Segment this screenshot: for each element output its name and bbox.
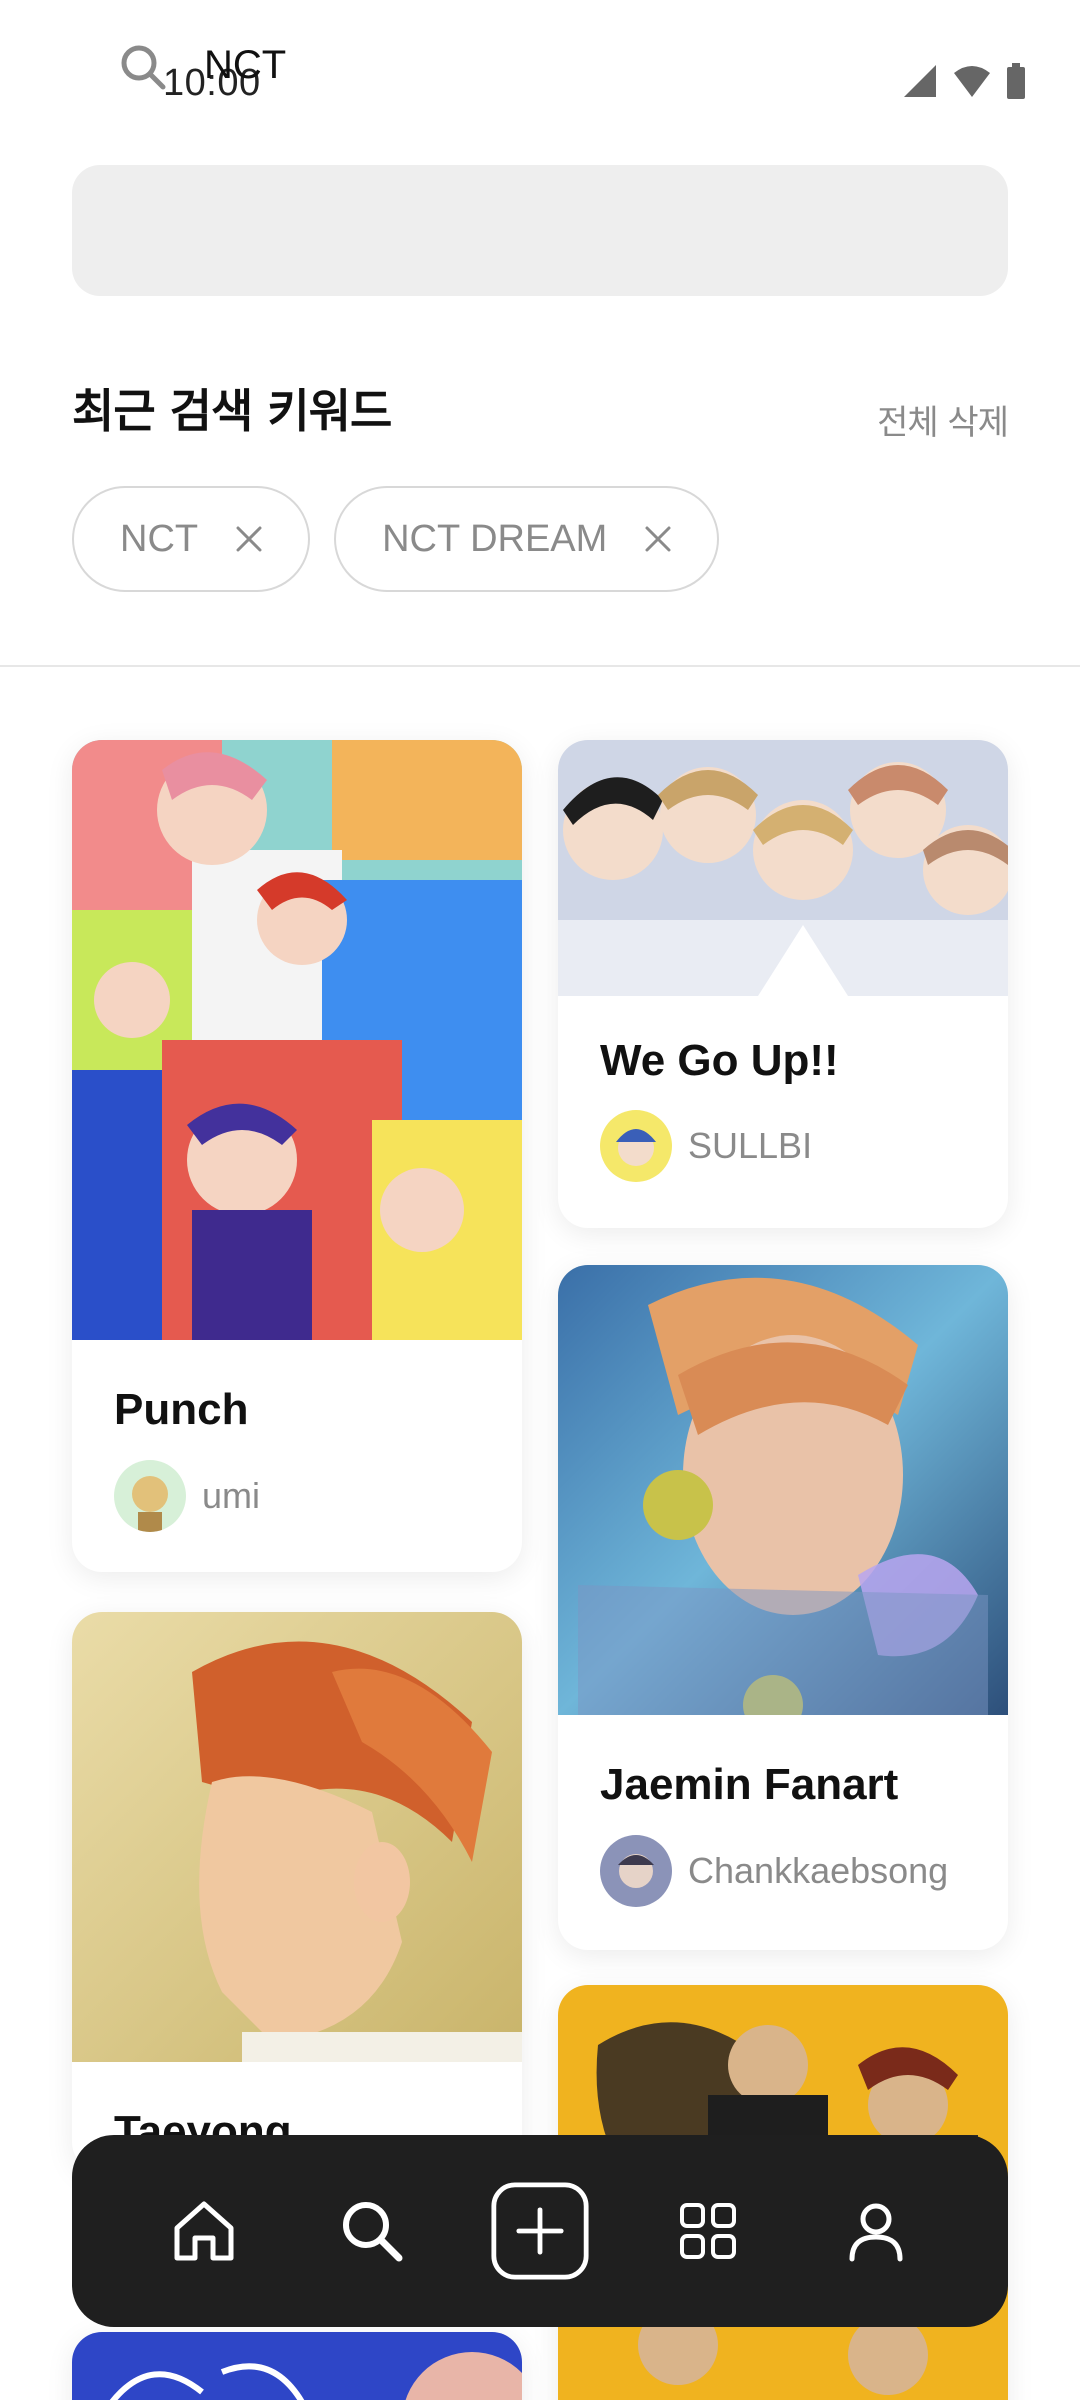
artwork-card[interactable]: Punch umi xyxy=(72,740,522,1572)
keyword-chip-label: NCT xyxy=(120,517,199,560)
artwork-thumbnail xyxy=(72,1612,522,2062)
recent-keyword-chips: NCT NCT DREAM xyxy=(72,486,720,592)
artwork-thumbnail xyxy=(72,740,522,1340)
avatar xyxy=(600,1835,672,1907)
keyword-chip-label: NCT DREAM xyxy=(382,517,608,560)
keyword-chip-nct-dream[interactable]: NCT DREAM xyxy=(334,486,720,592)
section-divider xyxy=(0,665,1080,667)
nav-search[interactable] xyxy=(322,2181,422,2281)
author-name: SULLBI xyxy=(688,1125,813,1166)
home-icon xyxy=(174,2201,234,2261)
artwork-card[interactable]: We Go Up!! SULLBI xyxy=(558,740,1008,1228)
add-icon xyxy=(491,2182,589,2280)
recent-keywords-title: 최근 검색 키워드 xyxy=(72,384,392,438)
signal-icon xyxy=(904,65,936,97)
keyword-chip-nct[interactable]: NCT xyxy=(72,486,311,592)
battery-icon xyxy=(1007,63,1025,99)
profile-icon xyxy=(849,2203,903,2262)
search-bar[interactable] xyxy=(72,165,1008,296)
nav-home[interactable] xyxy=(154,2181,254,2281)
card-author[interactable]: SULLBI xyxy=(600,1110,812,1182)
avatar xyxy=(114,1460,186,1532)
status-icons xyxy=(902,62,1026,100)
avatar xyxy=(600,1110,672,1182)
close-icon[interactable] xyxy=(643,524,673,554)
card-title: Punch xyxy=(114,1385,249,1434)
grid-icon xyxy=(680,2203,736,2259)
nav-add[interactable] xyxy=(490,2181,590,2281)
artwork-card[interactable]: Jaemin Fanart Chankkaebsong xyxy=(558,1265,1008,1950)
card-author[interactable]: Chankkaebsong xyxy=(600,1835,948,1907)
card-title: We Go Up!! xyxy=(600,1036,839,1085)
author-name: Chankkaebsong xyxy=(688,1850,949,1891)
artwork-card[interactable]: Taeyong xyxy=(72,1612,522,2172)
bottom-nav xyxy=(72,2135,1008,2327)
artwork-thumbnail xyxy=(558,740,1008,996)
search-input[interactable] xyxy=(204,0,904,131)
card-author[interactable]: umi xyxy=(114,1460,260,1532)
author-name: umi xyxy=(202,1475,261,1516)
close-icon[interactable] xyxy=(234,524,264,554)
artwork-card[interactable] xyxy=(72,2332,522,2400)
artwork-thumbnail xyxy=(72,2332,522,2400)
search-icon xyxy=(343,2202,403,2262)
search-icon xyxy=(121,45,166,90)
nav-grid[interactable] xyxy=(658,2181,758,2281)
artwork-thumbnail xyxy=(558,1265,1008,1715)
wifi-icon xyxy=(954,66,990,97)
card-title: Jaemin Fanart xyxy=(600,1760,899,1809)
nav-profile[interactable] xyxy=(826,2181,926,2281)
clear-all-button[interactable]: 전체 삭제 xyxy=(877,395,1009,444)
